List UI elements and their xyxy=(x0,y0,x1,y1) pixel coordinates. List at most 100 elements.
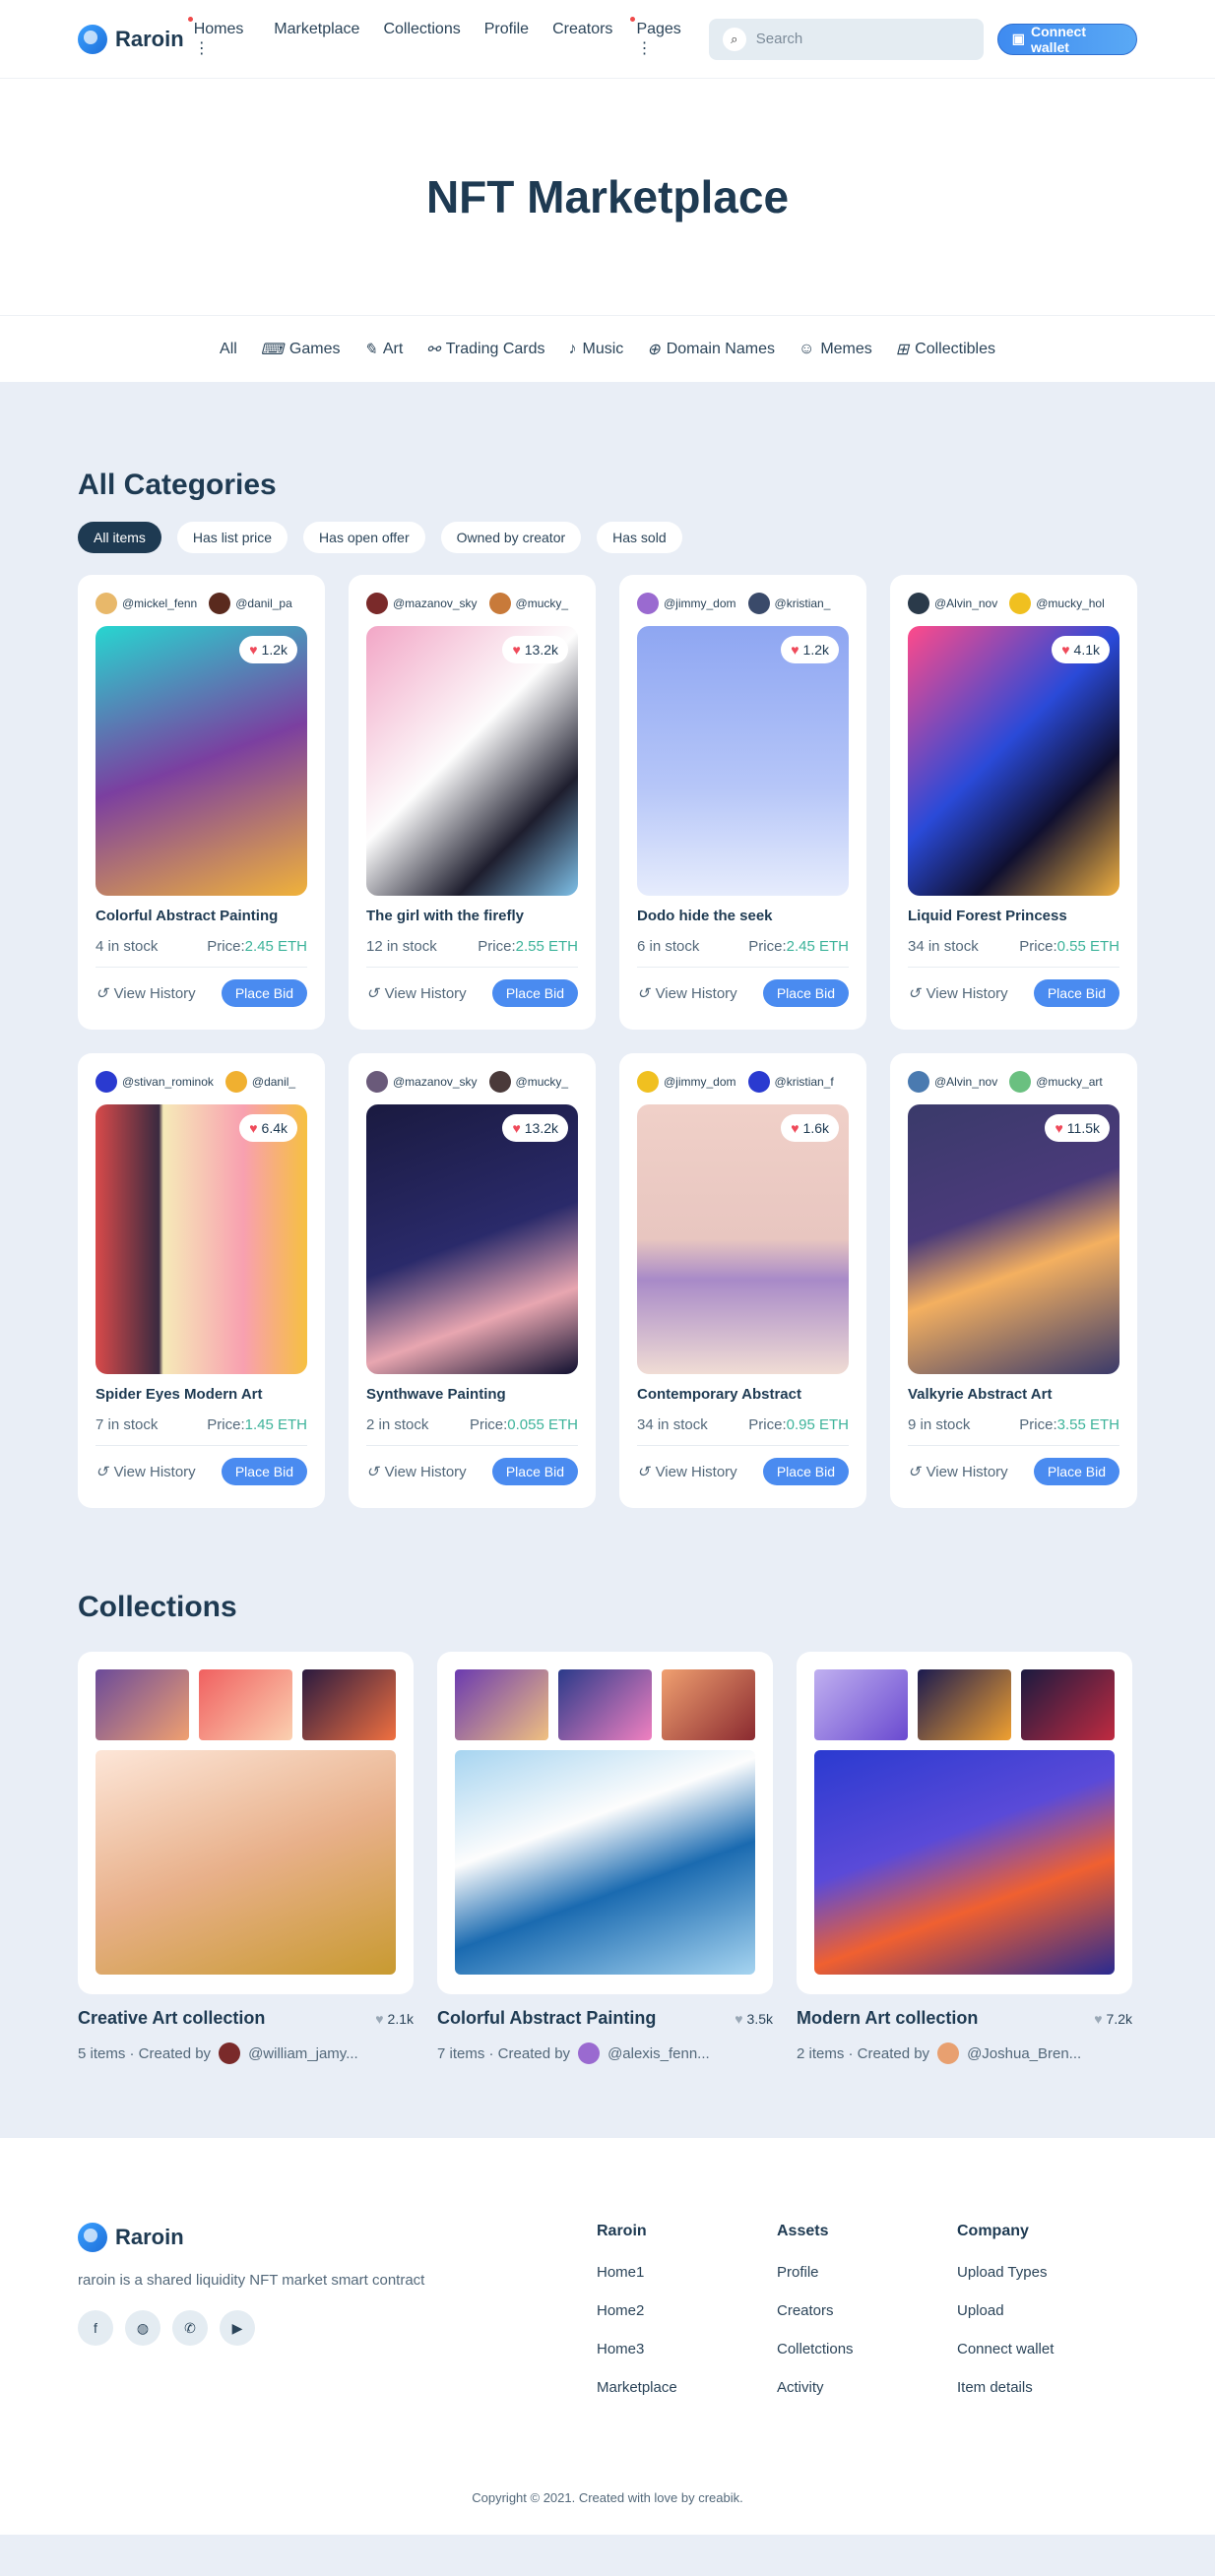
place-bid-button[interactable]: Place Bid xyxy=(221,1458,307,1485)
creator[interactable]: @mazanov_sky xyxy=(366,593,478,614)
category-trading-cards[interactable]: ⚯ Trading Cards xyxy=(426,340,544,359)
place-bid-button[interactable]: Place Bid xyxy=(491,1458,578,1485)
place-bid-button[interactable]: Place Bid xyxy=(1033,979,1119,1007)
collection-creator[interactable]: @Joshua_Bren... xyxy=(967,2045,1081,2062)
footer-link[interactable]: Upload xyxy=(957,2302,1137,2319)
footer-link[interactable]: Connect wallet xyxy=(957,2341,1137,2357)
nft-card[interactable]: @jimmy_dom @kristian_f ♥ 1.6k Contemporar… xyxy=(619,1053,866,1508)
like-badge[interactable]: ♥ 4.1k xyxy=(1052,636,1110,663)
youtube-icon[interactable]: ▶ xyxy=(220,2310,255,2346)
collection-card[interactable] xyxy=(437,1652,773,1994)
search-input[interactable]: ⌕ Search xyxy=(708,18,984,60)
nft-artwork[interactable]: ♥ 6.4k xyxy=(96,1104,307,1374)
view-history-link[interactable]: ↺ View History xyxy=(637,984,737,1003)
nft-title[interactable]: Contemporary Abstract xyxy=(637,1386,849,1403)
footer-link[interactable]: Colletctions xyxy=(777,2341,957,2357)
logo[interactable]: Raroin xyxy=(78,24,184,54)
nav-collections[interactable]: Collections xyxy=(383,21,460,58)
view-history-link[interactable]: ↺ View History xyxy=(366,1463,467,1481)
messenger-icon[interactable]: ◍ xyxy=(125,2310,160,2346)
nft-artwork[interactable]: ♥ 13.2k xyxy=(366,1104,578,1374)
nft-card[interactable]: @stivan_rominok @danil_ ♥ 6.4k Spider Eye… xyxy=(78,1053,325,1508)
view-history-link[interactable]: ↺ View History xyxy=(637,1463,737,1481)
footer-link[interactable]: Home1 xyxy=(597,2264,777,2281)
view-history-link[interactable]: ↺ View History xyxy=(366,984,467,1003)
footer-link[interactable]: Home3 xyxy=(597,2341,777,2357)
nft-title[interactable]: Spider Eyes Modern Art xyxy=(96,1386,307,1403)
category-collectibles[interactable]: ⊞ Collectibles xyxy=(896,340,995,359)
place-bid-button[interactable]: Place Bid xyxy=(1033,1458,1119,1485)
like-badge[interactable]: ♥ 1.2k xyxy=(781,636,839,663)
nft-title[interactable]: The girl with the firefly xyxy=(366,908,578,924)
collection-likes[interactable]: ♥ 2.1k xyxy=(375,2011,414,2027)
collection-card[interactable] xyxy=(797,1652,1132,1994)
like-badge[interactable]: ♥ 1.2k xyxy=(239,636,297,663)
nft-title[interactable]: Liquid Forest Princess xyxy=(908,908,1119,924)
nft-title[interactable]: Synthwave Painting xyxy=(366,1386,578,1403)
collection-name[interactable]: Colorful Abstract Painting xyxy=(437,2008,656,2029)
nft-artwork[interactable]: ♥ 1.6k xyxy=(637,1104,849,1374)
creator[interactable]: @mazanov_sky xyxy=(366,1071,478,1093)
filter-has-open-offer[interactable]: Has open offer xyxy=(303,522,425,553)
creator[interactable]: @danil_ xyxy=(224,1071,295,1093)
nft-card[interactable]: @mickel_fenn @danil_pa ♥ 1.2k Colorful Ab… xyxy=(78,575,325,1030)
view-history-link[interactable]: ↺ View History xyxy=(908,1463,1008,1481)
place-bid-button[interactable]: Place Bid xyxy=(762,1458,849,1485)
creator[interactable]: @mucky_ xyxy=(488,1071,568,1093)
filter-all-items[interactable]: All items xyxy=(78,522,161,553)
like-badge[interactable]: ♥ 13.2k xyxy=(502,636,568,663)
category-games[interactable]: ⌨ Games xyxy=(261,340,341,359)
filter-owned-by-creator[interactable]: Owned by creator xyxy=(440,522,582,553)
collection-name[interactable]: Modern Art collection xyxy=(797,2008,978,2029)
creator[interactable]: @mucky_hol xyxy=(1009,593,1105,614)
creator[interactable]: @mickel_fenn xyxy=(96,593,197,614)
nft-card[interactable]: @Alvin_nov @mucky_hol ♥ 4.1k Liquid Fores… xyxy=(890,575,1137,1030)
collection-likes[interactable]: ♥ 7.2k xyxy=(1094,2011,1132,2027)
collection-creator[interactable]: @william_jamy... xyxy=(248,2045,358,2062)
collection-likes[interactable]: ♥ 3.5k xyxy=(735,2011,773,2027)
footer-link[interactable]: Activity xyxy=(777,2379,957,2396)
creator[interactable]: @Alvin_nov xyxy=(908,593,997,614)
creator[interactable]: @stivan_rominok xyxy=(96,1071,214,1093)
footer-logo[interactable]: Raroin xyxy=(78,2223,597,2252)
collection-name[interactable]: Creative Art collection xyxy=(78,2008,265,2029)
footer-link[interactable]: Item details xyxy=(957,2379,1137,2396)
place-bid-button[interactable]: Place Bid xyxy=(221,979,307,1007)
nav-marketplace[interactable]: Marketplace xyxy=(274,21,359,58)
footer-link[interactable]: Creators xyxy=(777,2302,957,2319)
nft-card[interactable]: @Alvin_nov @mucky_art ♥ 11.5k Valkyrie Ab… xyxy=(890,1053,1137,1508)
filter-has-list-price[interactable]: Has list price xyxy=(176,522,288,553)
nav-profile[interactable]: Profile xyxy=(484,21,529,58)
view-history-link[interactable]: ↺ View History xyxy=(908,984,1008,1003)
creator[interactable]: @kristian_f xyxy=(747,1071,834,1093)
facebook-icon[interactable]: f xyxy=(78,2310,113,2346)
nav-homes[interactable]: Homes ⋮ xyxy=(187,16,251,58)
footer-link[interactable]: Marketplace xyxy=(597,2379,777,2396)
nav-creators[interactable]: Creators xyxy=(552,21,612,58)
category-domain-names[interactable]: ⊕ Domain Names xyxy=(647,340,775,359)
place-bid-button[interactable]: Place Bid xyxy=(762,979,849,1007)
creator[interactable]: @danil_pa xyxy=(209,593,292,614)
nft-title[interactable]: Dodo hide the seek xyxy=(637,908,849,924)
like-badge[interactable]: ♥ 1.6k xyxy=(781,1114,839,1142)
creator[interactable]: @mucky_art xyxy=(1009,1071,1103,1093)
nft-title[interactable]: Valkyrie Abstract Art xyxy=(908,1386,1119,1403)
footer-link[interactable]: Home2 xyxy=(597,2302,777,2319)
nft-card[interactable]: @jimmy_dom @kristian_ ♥ 1.2k Dodo hide th… xyxy=(619,575,866,1030)
footer-link[interactable]: Profile xyxy=(777,2264,957,2281)
nft-card[interactable]: @mazanov_sky @mucky_ ♥ 13.2k The girl wit… xyxy=(349,575,596,1030)
nft-card[interactable]: @mazanov_sky @mucky_ ♥ 13.2k Synthwave Pa… xyxy=(349,1053,596,1508)
nft-artwork[interactable]: ♥ 1.2k xyxy=(96,626,307,896)
footer-link[interactable]: Upload Types xyxy=(957,2264,1137,2281)
filter-has-sold[interactable]: Has sold xyxy=(597,522,682,553)
view-history-link[interactable]: ↺ View History xyxy=(96,984,196,1003)
nft-artwork[interactable]: ♥ 11.5k xyxy=(908,1104,1119,1374)
creator[interactable]: @kristian_ xyxy=(747,593,830,614)
like-badge[interactable]: ♥ 13.2k xyxy=(502,1114,568,1142)
collection-creator[interactable]: @alexis_fenn... xyxy=(608,2045,710,2062)
category-memes[interactable]: ☺ Memes xyxy=(799,341,872,358)
nft-artwork[interactable]: ♥ 1.2k xyxy=(637,626,849,896)
collection-card[interactable] xyxy=(78,1652,414,1994)
creator[interactable]: @jimmy_dom xyxy=(637,1071,736,1093)
creator[interactable]: @mucky_ xyxy=(488,593,568,614)
